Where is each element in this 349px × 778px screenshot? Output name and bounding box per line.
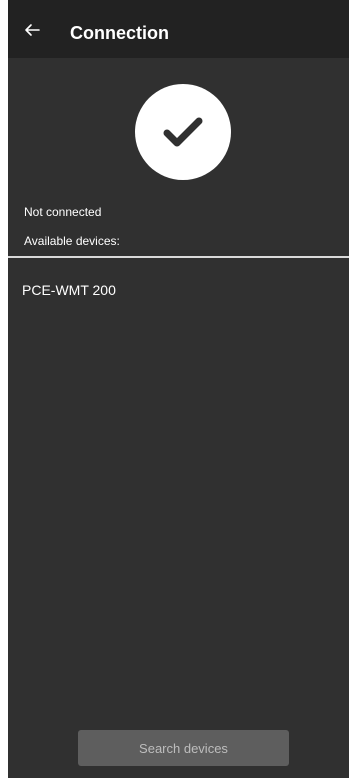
- connection-screen: Connection Not connected Available devic…: [8, 0, 349, 778]
- device-item-pce-wmt-200[interactable]: PCE-WMT 200: [8, 270, 349, 310]
- connection-status-text: Not connected: [24, 205, 102, 219]
- divider: [8, 256, 349, 258]
- available-devices-label: Available devices:: [24, 234, 120, 248]
- search-devices-button[interactable]: Search devices: [78, 730, 289, 766]
- arrow-left-icon: [25, 24, 40, 36]
- device-list: PCE-WMT 200: [8, 270, 349, 310]
- connection-status-circle: [135, 84, 231, 180]
- checkmark-icon: [163, 117, 203, 147]
- page-title: Connection: [70, 23, 169, 43]
- back-button[interactable]: [22, 20, 42, 40]
- app-bar: Connection: [8, 0, 349, 58]
